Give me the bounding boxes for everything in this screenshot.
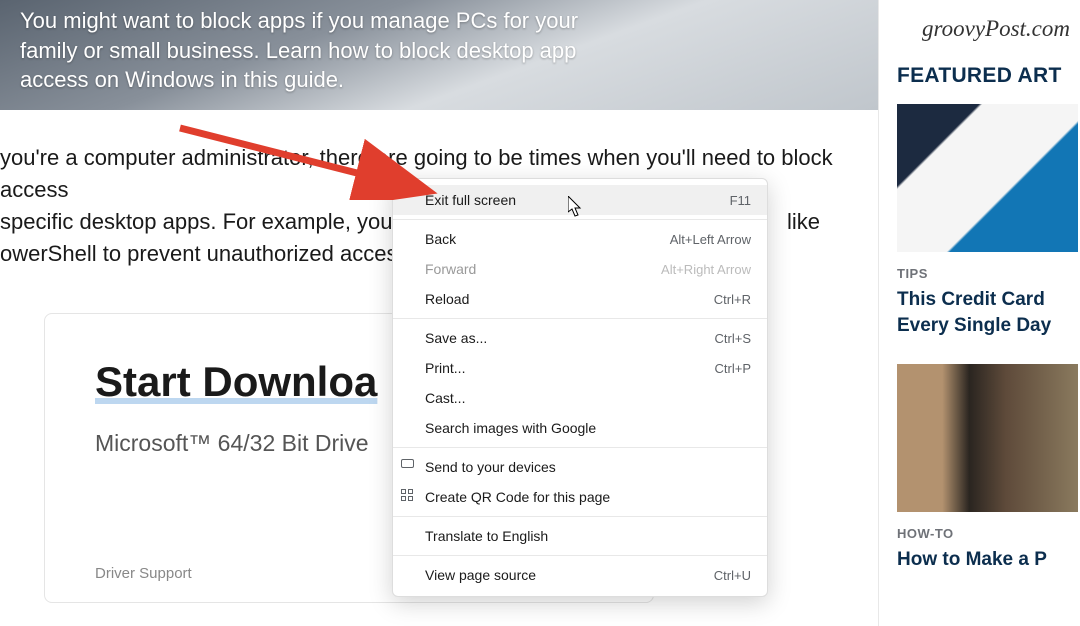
menu-separator xyxy=(393,219,767,220)
menu-separator xyxy=(393,447,767,448)
featured-card-2[interactable]: HOW-TO How to Make a P xyxy=(897,364,1078,583)
site-logo[interactable]: groovyPost.com xyxy=(879,10,1078,52)
menu-item-forward: ForwardAlt+Right Arrow xyxy=(393,254,767,284)
menu-label: Translate to English xyxy=(425,528,751,544)
hero-text: You might want to block apps if you mana… xyxy=(20,6,620,95)
menu-label: Cast... xyxy=(425,390,751,406)
menu-item-create-qr-code-for-this-page[interactable]: Create QR Code for this page xyxy=(393,482,767,512)
menu-item-view-page-source[interactable]: View page sourceCtrl+U xyxy=(393,560,767,590)
hero-banner: You might want to block apps if you mana… xyxy=(0,0,878,110)
sidebar: groovyPost.com FEATURED ART TIPS This Cr… xyxy=(878,0,1078,626)
featured-heading: FEATURED ART xyxy=(879,52,1078,100)
menu-item-send-to-your-devices[interactable]: Send to your devices xyxy=(393,452,767,482)
menu-label: Send to your devices xyxy=(425,459,751,475)
featured-card-1-title: This Credit Card Every Single Day xyxy=(897,287,1078,338)
featured-card-2-image xyxy=(897,364,1078,512)
featured-card-2-category: HOW-TO xyxy=(897,526,1078,541)
menu-shortcut: Ctrl+U xyxy=(714,568,751,583)
menu-label: Reload xyxy=(425,291,714,307)
cursor-icon xyxy=(568,196,584,218)
menu-label: Print... xyxy=(425,360,715,376)
menu-shortcut: Ctrl+S xyxy=(715,331,751,346)
menu-item-save-as[interactable]: Save as...Ctrl+S xyxy=(393,323,767,353)
featured-card-1-image xyxy=(897,104,1078,252)
article-text-2: specific desktop apps. For example, you xyxy=(0,206,393,238)
menu-shortcut: Alt+Right Arrow xyxy=(661,262,751,277)
menu-shortcut: F11 xyxy=(730,193,751,208)
featured-card-1[interactable]: TIPS This Credit Card Every Single Day xyxy=(897,104,1078,348)
menu-item-search-images-with-google[interactable]: Search images with Google xyxy=(393,413,767,443)
menu-label: Create QR Code for this page xyxy=(425,489,751,505)
menu-separator xyxy=(393,555,767,556)
featured-card-2-title: How to Make a P xyxy=(897,547,1078,573)
menu-label: View page source xyxy=(425,567,714,583)
annotation-arrow xyxy=(172,120,452,200)
menu-separator xyxy=(393,516,767,517)
menu-label: Back xyxy=(425,231,670,247)
menu-separator xyxy=(393,318,767,319)
menu-item-back[interactable]: BackAlt+Left Arrow xyxy=(393,224,767,254)
menu-item-cast[interactable]: Cast... xyxy=(393,383,767,413)
featured-card-1-category: TIPS xyxy=(897,266,1078,281)
devices-icon xyxy=(401,459,414,468)
qr-icon xyxy=(401,489,417,505)
menu-item-reload[interactable]: ReloadCtrl+R xyxy=(393,284,767,314)
menu-shortcut: Ctrl+P xyxy=(715,361,751,376)
menu-label: Save as... xyxy=(425,330,715,346)
menu-label: Forward xyxy=(425,261,661,277)
context-menu: Exit full screenF11BackAlt+Left ArrowFor… xyxy=(392,178,768,597)
menu-item-print[interactable]: Print...Ctrl+P xyxy=(393,353,767,383)
menu-shortcut: Alt+Left Arrow xyxy=(670,232,751,247)
menu-label: Search images with Google xyxy=(425,420,751,436)
article-text-2b: like xyxy=(787,206,820,238)
article-text-3: owerShell to prevent unauthorized access xyxy=(0,241,408,266)
menu-item-translate-to-english[interactable]: Translate to English xyxy=(393,521,767,551)
menu-shortcut: Ctrl+R xyxy=(714,292,751,307)
